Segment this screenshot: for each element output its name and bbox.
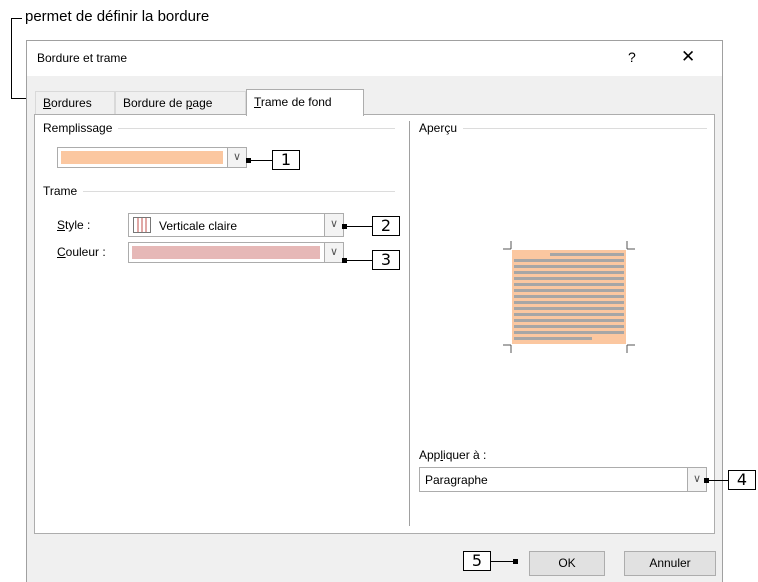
callout-label: permet de définir la bordure [25,8,210,25]
pattern-group-label: Trame [43,184,84,198]
tab-borders[interactable]: Bordures [35,91,115,114]
tab-panel: Remplissage ∨ Trame Style : Verticale cl… [34,114,715,534]
pattern-color-swatch [132,246,320,259]
pattern-group-line [43,191,395,192]
style-value: Verticale claire [159,219,238,233]
callout-line-4 [708,480,728,481]
color-label-mnemonic: C [57,245,66,259]
callout-dot-5 [513,559,518,564]
tab-shading-mnemonic: T [254,95,261,109]
chevron-down-icon[interactable]: ∨ [324,214,343,236]
apply-to-label-start: App [419,448,441,462]
border-shading-dialog: Bordure et trame ? ✕ Bordures Bordure de… [26,40,723,582]
callout-line-2 [346,226,372,227]
fill-color-dropdown[interactable]: ∨ [57,147,247,168]
apply-to-dropdown[interactable]: Paragraphe ∨ [419,467,707,492]
tab-page-border-label-end: age [192,96,213,110]
preview-image [503,241,635,353]
pattern-color-dropdown[interactable]: ∨ [128,242,344,263]
tab-shading-label: rame de fond [260,95,332,109]
style-label-rest: tyle : [65,218,91,232]
chevron-down-icon[interactable]: ∨ [324,243,343,262]
callout-number-4: 4 [728,470,756,490]
close-button[interactable]: ✕ [681,47,695,67]
panel-divider [409,121,410,526]
vertical-pattern-icon [133,217,151,233]
dialog-title: Bordure et trame [37,51,128,65]
apply-to-label-end: iquer à : [443,448,487,462]
callout-leader-vertical [11,18,12,98]
color-label: Couleur : [57,245,106,259]
fill-group-label: Remplissage [43,121,119,135]
callout-leader-top [11,18,22,19]
chevron-down-icon[interactable]: ∨ [227,148,246,167]
apply-to-value: Paragraphe [425,473,488,487]
callout-line-3 [346,260,372,261]
tab-borders-label: ordures [51,96,92,110]
preview-group-label: Aperçu [419,121,464,135]
style-label: Style : [57,218,90,232]
style-dropdown[interactable]: Verticale claire ∨ [128,213,344,237]
callout-line-5 [491,561,515,562]
ok-button[interactable]: OK [529,551,605,576]
apply-to-label: Appliquer à : [419,448,486,462]
cancel-button[interactable]: Annuler [624,551,716,576]
title-bar: Bordure et trame ? ✕ [27,41,722,76]
callout-number-5: 5 [463,551,491,571]
callout-number-3: 3 [372,250,400,270]
tab-page-border-label-start: Bordure de [123,96,186,110]
callout-number-1: 1 [272,150,300,170]
help-button[interactable]: ? [628,49,636,65]
tab-shading[interactable]: Trame de fond [246,89,364,116]
callout-number-2: 2 [372,216,400,236]
style-label-mnemonic: S [57,218,66,232]
fill-color-swatch [61,151,223,164]
callout-line-1 [250,160,272,161]
tab-borders-mnemonic: B [43,96,52,110]
color-label-rest: ouleur : [65,245,106,259]
tab-page-border[interactable]: Bordure de page [115,91,246,114]
